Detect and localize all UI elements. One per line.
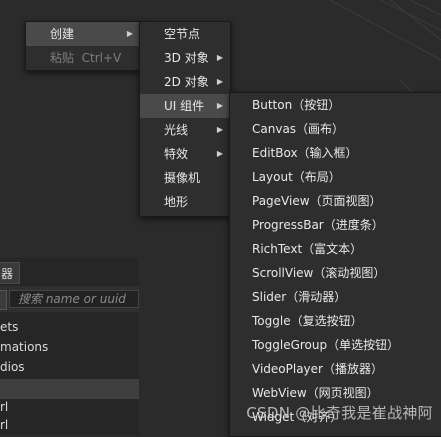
create-dropdown-button[interactable]: [0, 290, 7, 310]
menu-item-slider[interactable]: Slider（滑动器）: [230, 285, 441, 309]
search-placeholder: 搜索 name or uuid: [18, 292, 126, 306]
menu-item-paste[interactable]: 粘贴 Ctrl+V: [26, 46, 140, 70]
menu-item-2d-object[interactable]: 2D 对象 ▶: [140, 70, 230, 94]
submenu-arrow-icon: ▶: [216, 101, 223, 110]
menu-item-camera[interactable]: 摄像机: [140, 166, 230, 190]
menu-item-label: Toggle（复选按钮）: [252, 314, 363, 328]
menu-item-canvas[interactable]: Canvas（画布）: [230, 117, 441, 141]
menu-item-toggle[interactable]: Toggle（复选按钮）: [230, 309, 441, 333]
assets-panel-tab[interactable]: 器: [0, 262, 20, 284]
menu-item-label: 特效: [164, 147, 189, 161]
menu-item-label: Canvas（画布）: [252, 122, 345, 136]
menu-item-empty-node[interactable]: 空节点: [140, 22, 230, 46]
context-menu: 创建 ▶ 粘贴 Ctrl+V: [25, 21, 141, 71]
menu-item-label: RichText（富文本）: [252, 242, 363, 256]
menu-item-label: ProgressBar（进度条）: [252, 218, 384, 232]
submenu-arrow-icon: ▶: [216, 125, 223, 134]
asset-row[interactable]: dios: [0, 357, 25, 377]
menu-item-label: 2D 对象: [164, 75, 209, 89]
menu-item-label: ToggleGroup（单选按钮）: [252, 338, 400, 352]
menu-item-button[interactable]: Button（按钮）: [230, 93, 441, 117]
menu-item-label: UI 组件: [164, 99, 205, 113]
submenu-arrow-icon: ▶: [126, 29, 133, 38]
asset-row[interactable]: ets: [0, 317, 18, 337]
menu-item-effects[interactable]: 特效 ▶: [140, 142, 230, 166]
menu-item-label: Button（按钮）: [252, 98, 341, 112]
menu-item-pageview[interactable]: PageView（页面视图）: [230, 189, 441, 213]
menu-item-label: PageView（页面视图）: [252, 194, 382, 208]
create-submenu: 空节点 3D 对象 ▶ 2D 对象 ▶ UI 组件 ▶ 光线 ▶ 特效 ▶ 摄像…: [139, 21, 231, 217]
menu-item-label: ScrollView（滚动视图）: [252, 266, 386, 280]
menu-item-light[interactable]: 光线 ▶: [140, 118, 230, 142]
asset-row[interactable]: rl: [0, 415, 8, 435]
menu-item-videoplayer[interactable]: VideoPlayer（播放器）: [230, 357, 441, 381]
menu-item-scrollview[interactable]: ScrollView（滚动视图）: [230, 261, 441, 285]
menu-item-label: WebView（网页视图）: [252, 386, 379, 400]
asset-row-selected[interactable]: [0, 379, 139, 399]
menu-item-label: Slider（滑动器）: [252, 290, 347, 304]
menu-item-create[interactable]: 创建 ▶: [26, 22, 140, 46]
watermark: CSDN @比奇我是崔战神阿: [246, 404, 433, 422]
menu-item-label: Layout（布局）: [252, 170, 341, 184]
menu-item-label: VideoPlayer（播放器）: [252, 362, 383, 376]
menu-item-label: 光线: [164, 123, 189, 137]
asset-row[interactable]: mations: [0, 337, 48, 357]
menu-item-label: 摄像机: [164, 171, 201, 185]
menu-item-3d-object[interactable]: 3D 对象 ▶: [140, 46, 230, 70]
menu-item-label: 地形: [164, 195, 189, 209]
menu-item-editbox[interactable]: EditBox（输入框）: [230, 141, 441, 165]
submenu-arrow-icon: ▶: [216, 53, 223, 62]
submenu-arrow-icon: ▶: [216, 149, 223, 158]
menu-item-label: 3D 对象: [164, 51, 209, 65]
menu-item-label: 创建: [50, 27, 75, 41]
menu-item-ui-component[interactable]: UI 组件 ▶: [140, 94, 230, 118]
menu-item-label: 粘贴 Ctrl+V: [50, 51, 122, 65]
menu-item-togglegroup[interactable]: ToggleGroup（单选按钮）: [230, 333, 441, 357]
menu-item-label: EditBox（输入框）: [252, 146, 358, 160]
search-input[interactable]: 搜索 name or uuid: [9, 290, 139, 308]
submenu-arrow-icon: ▶: [216, 77, 223, 86]
menu-item-layout[interactable]: Layout（布局）: [230, 165, 441, 189]
menu-item-label: 空节点: [164, 27, 201, 41]
menu-item-terrain[interactable]: 地形: [140, 190, 230, 214]
menu-item-progressbar[interactable]: ProgressBar（进度条）: [230, 213, 441, 237]
ui-component-submenu: Button（按钮） Canvas（画布） EditBox（输入框） Layou…: [229, 92, 441, 437]
menu-item-richtext[interactable]: RichText（富文本）: [230, 237, 441, 261]
asset-row[interactable]: rl: [0, 397, 8, 417]
